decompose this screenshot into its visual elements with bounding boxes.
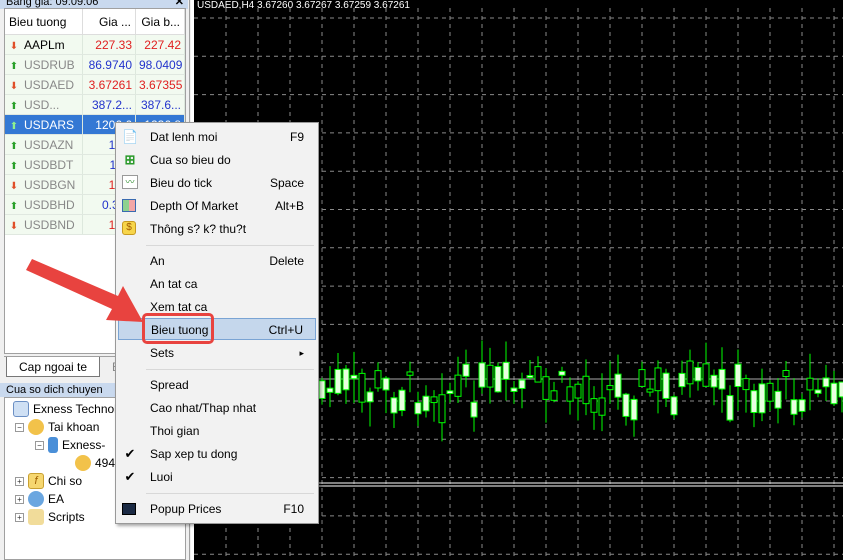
highlight-box bbox=[142, 313, 214, 344]
red-arrow bbox=[26, 259, 143, 322]
annotation-layer bbox=[26, 259, 143, 322]
